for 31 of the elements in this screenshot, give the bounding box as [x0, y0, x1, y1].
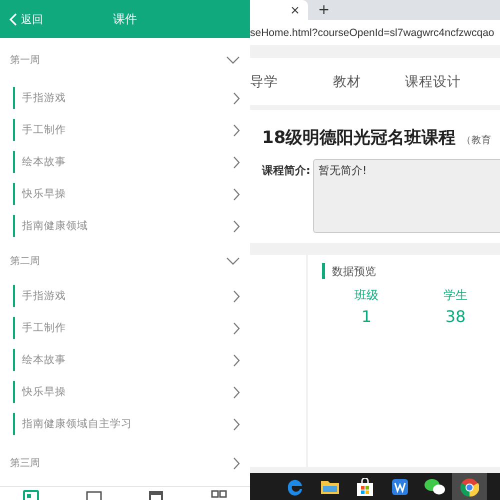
close-tab-button[interactable]: ×	[290, 3, 300, 17]
courseware-item[interactable]: 手工制作	[0, 114, 250, 146]
nav-link[interactable]: 教材	[333, 72, 361, 90]
courseware-item[interactable]: 指南健康领域	[0, 210, 250, 242]
back-button[interactable]: 返回	[7, 10, 45, 28]
courseware-item[interactable]: 手工制作	[0, 312, 250, 344]
new-tab-button[interactable]: +	[318, 0, 330, 20]
courseware-item[interactable]: 手指游戏	[0, 82, 250, 114]
courseware-item[interactable]: 快乐早操	[0, 178, 250, 210]
nav-link[interactable]: 导学	[250, 72, 278, 90]
stat-label: 班级	[354, 287, 378, 304]
courseware-item[interactable]: 快乐早操	[0, 376, 250, 408]
courseware-item[interactable]: 指南健康领域自主学习	[0, 408, 250, 440]
week-header[interactable]: 第一周	[0, 38, 250, 82]
stat-value: 38	[445, 307, 466, 326]
week-header[interactable]: 第三周	[0, 440, 250, 486]
intro-text-area[interactable]: 暂无简介!	[313, 159, 500, 233]
address-bar[interactable]: seHome.html?courseOpenId=sl7wagwrc4ncfzwcqao	[250, 20, 500, 45]
overview-title: 数据预览	[332, 264, 376, 278]
courseware-item[interactable]: 手指游戏	[0, 280, 250, 312]
course-title: 18级明德阳光冠名班课程	[262, 127, 456, 149]
stat-value: 1	[361, 307, 372, 326]
courseware-item[interactable]: 绘本故事	[0, 146, 250, 178]
nav-link[interactable]: 课程设计	[405, 72, 461, 90]
week-header[interactable]: 第二周	[0, 242, 250, 280]
course-subtitle: （教育	[462, 134, 492, 147]
stat-label: 学生	[444, 287, 468, 304]
intro-label: 课程简介:	[262, 163, 310, 179]
courseware-item[interactable]: 绘本故事	[0, 344, 250, 376]
page-title: 课件	[113, 12, 137, 26]
browser-tab[interactable]: ×	[250, 0, 308, 20]
